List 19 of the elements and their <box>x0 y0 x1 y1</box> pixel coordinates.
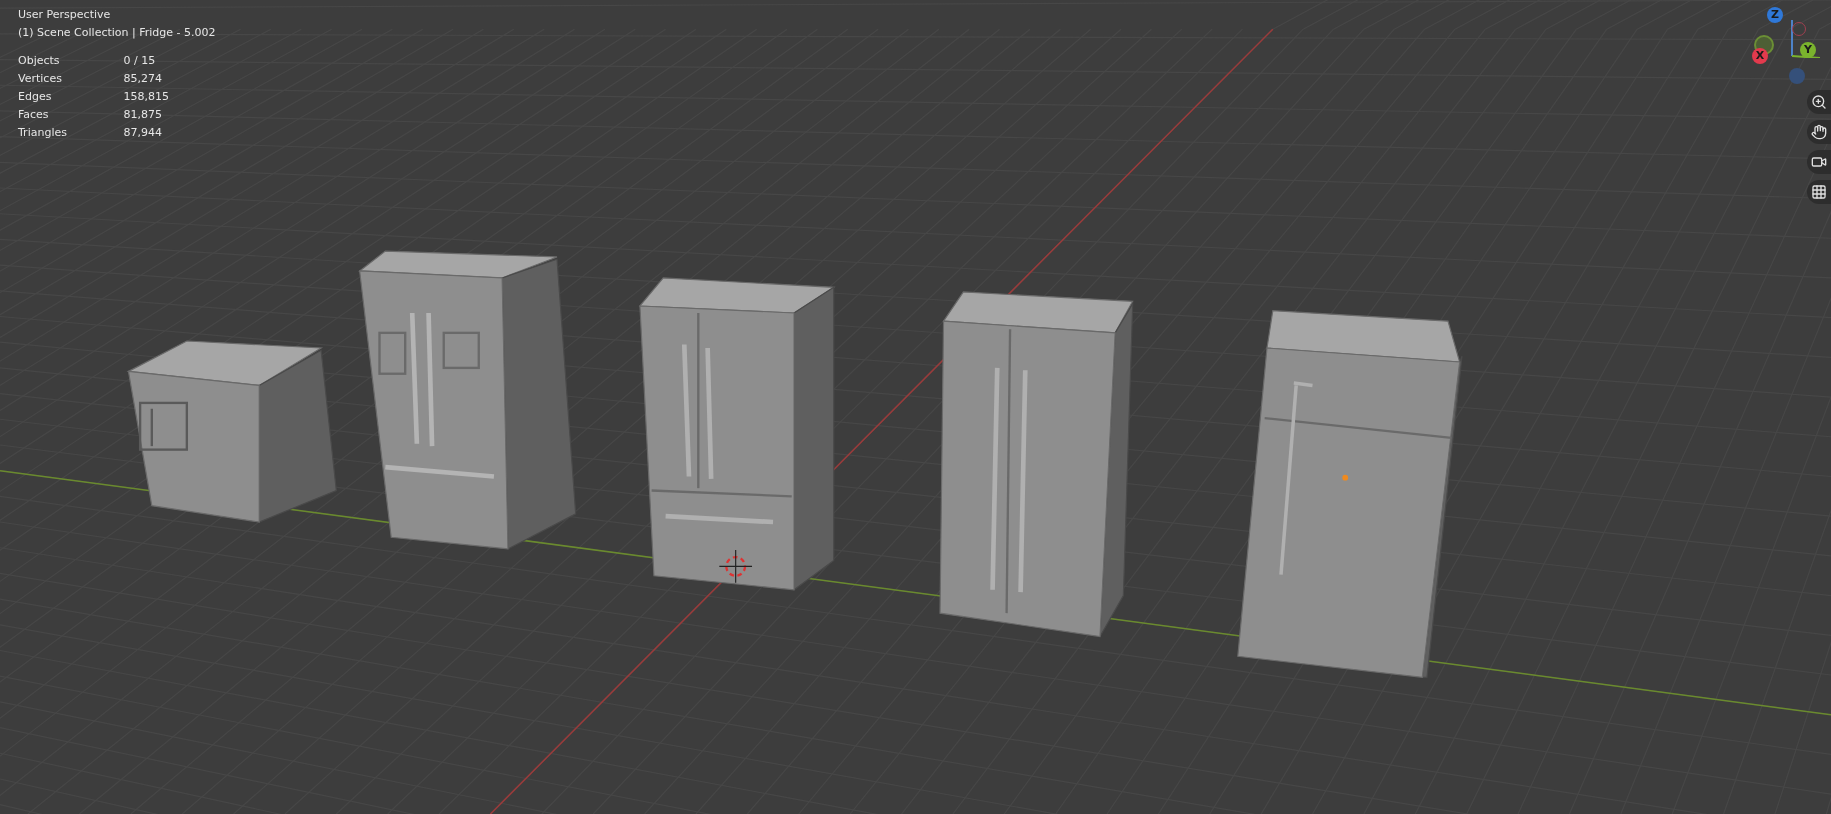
stat-value: 87,944 <box>123 125 163 141</box>
view-name: User Perspective <box>18 7 112 23</box>
collection-label: (1) Scene Collection | Fridge - 5.002 <box>18 25 216 41</box>
cursor-icon <box>718 549 753 584</box>
stat-value: 158,815 <box>123 89 170 105</box>
stat-label: Edges <box>18 89 53 105</box>
axis-lines-drawing <box>1790 20 1820 58</box>
stat-value: 0 / 15 <box>123 53 157 69</box>
origin-dot <box>1342 474 1349 481</box>
hand-icon[interactable] <box>1807 120 1831 144</box>
stat-label: Vertices <box>18 71 63 87</box>
stat-label: Triangles <box>18 125 68 141</box>
grid-icon[interactable] <box>1807 180 1831 204</box>
stat-label: Faces <box>18 107 50 123</box>
stat-value: 81,875 <box>123 107 163 123</box>
stat-label: Objects <box>18 53 61 69</box>
stat-value: 85,274 <box>123 71 163 87</box>
zoom-icon[interactable] <box>1807 90 1831 114</box>
camera-icon[interactable] <box>1807 150 1831 174</box>
